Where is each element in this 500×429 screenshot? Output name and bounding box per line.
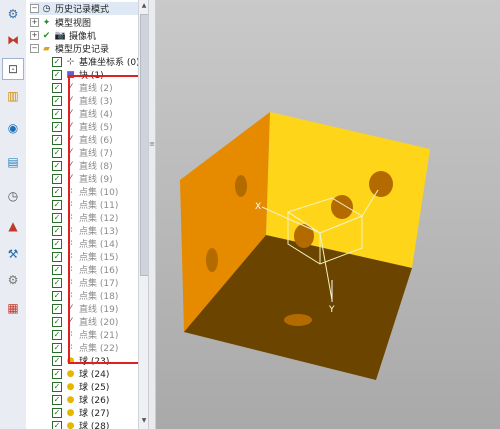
checkbox[interactable]: ✓ (52, 121, 62, 132)
tree-item-camera[interactable]: + ✔ 📷 摄像机 (30, 29, 96, 42)
model-views-label: 模型视图 (55, 19, 92, 29)
checkbox[interactable]: ✓ (52, 316, 62, 327)
hole-left-top (235, 175, 247, 197)
scroll-down-icon[interactable]: ▼ (140, 417, 148, 427)
checkbox[interactable]: ✓ (52, 251, 62, 262)
camera-icon: 📷 (54, 30, 67, 41)
checkbox[interactable]: ✓ (52, 186, 62, 197)
scroll-up-icon[interactable]: ▲ (140, 2, 148, 12)
checkbox[interactable]: ✓ (52, 290, 62, 301)
part-nav-icon[interactable]: ⊡ (2, 58, 24, 80)
tree-item-label: 球 (24) (79, 370, 110, 380)
expand-toggle[interactable]: + (30, 18, 39, 27)
sphere-icon: ● (66, 368, 75, 379)
checkbox[interactable]: ✓ (52, 134, 62, 145)
model-history-label: 模型历史记录 (55, 45, 110, 55)
tree-item-sphere[interactable]: ✓ ● 球 (26) (52, 393, 109, 406)
sphere-icon: ● (66, 407, 75, 418)
assembly-nav-icon[interactable]: ⚙ (3, 4, 23, 24)
history-mode-icon: ◷ (42, 3, 51, 14)
checkbox[interactable]: ✓ (52, 355, 62, 366)
checkbox[interactable]: ✓ (52, 381, 62, 392)
tree-item-label: 球 (25) (79, 383, 110, 393)
tree-item-sphere[interactable]: ✓ ● 球 (25) (52, 380, 109, 393)
system-materials-icon[interactable]: ▦ (3, 298, 23, 318)
tree-item-label: 球 (27) (79, 409, 110, 419)
sphere-icon: ● (66, 381, 75, 392)
camera-check-icon: ✔ (42, 30, 51, 41)
sphere-icon: ● (66, 420, 75, 429)
tree-item-sphere[interactable]: ✓ ● 球 (28) (52, 419, 109, 429)
checkbox[interactable]: ✓ (52, 368, 62, 379)
hole-left-bottom (206, 248, 218, 272)
history-icon[interactable]: ▤ (3, 152, 23, 172)
checkbox[interactable]: ✓ (52, 420, 62, 429)
model-views-icon: ✦ (42, 17, 51, 28)
checkbox[interactable]: ✓ (52, 56, 62, 67)
checkbox[interactable]: ✓ (52, 342, 62, 353)
tree-item-model-views[interactable]: + ✦ 模型视图 (30, 16, 91, 29)
tree-header-row[interactable]: − ◷ 历史记录模式 (30, 2, 142, 15)
checkbox[interactable]: ✓ (52, 82, 62, 93)
sphere-icon: ● (66, 394, 75, 405)
resource-bar: ⚙ ⧓ ⊡ ▥ ◉ ▤ ◷ ▲ ⚒ ⚙ ▦ (0, 0, 27, 429)
panel-splitter[interactable]: ≡ (148, 0, 156, 429)
checkbox[interactable]: ✓ (52, 199, 62, 210)
checkbox[interactable]: ✓ (52, 212, 62, 223)
checkbox[interactable]: ✓ (52, 147, 62, 158)
part-navigator: − ◷ 历史记录模式 + ✦ 模型视图 + ✔ 📷 摄像机 − ▰ 模型历史记录… (26, 0, 148, 429)
tree-item-label: 球 (26) (79, 396, 110, 406)
checkbox[interactable]: ✓ (52, 108, 62, 119)
hole-right-top (369, 171, 393, 197)
cube-model: X Y (180, 112, 430, 380)
tree-item-label: 球 (28) (79, 422, 110, 429)
roles-icon[interactable]: ⚙ (3, 270, 23, 290)
checkbox[interactable]: ✓ (52, 303, 62, 314)
checkbox[interactable]: ✓ (52, 394, 62, 405)
red-highlight-box (68, 75, 148, 364)
csys-icon: ⊹ (66, 56, 75, 67)
axis-x-label: X (255, 202, 261, 212)
checkbox[interactable]: ✓ (52, 407, 62, 418)
checkbox[interactable]: ✓ (52, 173, 62, 184)
splitter-grip-icon: ≡ (149, 140, 155, 148)
graphics-viewport[interactable]: X Y (156, 0, 500, 429)
tree-item-sphere[interactable]: ✓ ● 球 (24) (52, 367, 109, 380)
axis-y-label: Y (328, 305, 335, 315)
clock-icon[interactable]: ◷ (3, 186, 23, 206)
web-browser-icon[interactable]: ◉ (3, 118, 23, 138)
checkbox[interactable]: ✓ (52, 69, 62, 80)
expand-toggle[interactable]: + (30, 31, 39, 40)
tree-item-datum-csys[interactable]: ✓ ⊹ 基准坐标系 (0) (52, 55, 140, 68)
datum-csys-label: 基准坐标系 (0) (79, 58, 140, 68)
hole-right-center (331, 195, 353, 219)
color-palette-icon[interactable]: ▲ (3, 216, 23, 236)
history-mode-label: 历史记录模式 (55, 5, 110, 15)
checkbox[interactable]: ✓ (52, 238, 62, 249)
reuse-library-icon[interactable]: ▥ (3, 86, 23, 106)
collapse-toggle[interactable]: − (30, 44, 39, 53)
constraint-nav-icon[interactable]: ⧓ (3, 30, 23, 50)
folder-icon: ▰ (43, 43, 50, 54)
process-studio-icon[interactable]: ⚒ (3, 244, 23, 264)
checkbox[interactable]: ✓ (52, 95, 62, 106)
checkbox[interactable]: ✓ (52, 329, 62, 340)
checkbox[interactable]: ✓ (52, 277, 62, 288)
hole-bottom (284, 314, 312, 326)
tree-item-sphere[interactable]: ✓ ● 球 (27) (52, 406, 109, 419)
tree-item-model-history[interactable]: − ▰ 模型历史记录 (30, 42, 109, 55)
collapse-toggle[interactable]: − (30, 4, 39, 13)
camera-label: 摄像机 (69, 32, 97, 42)
checkbox[interactable]: ✓ (52, 225, 62, 236)
checkbox[interactable]: ✓ (52, 160, 62, 171)
checkbox[interactable]: ✓ (52, 264, 62, 275)
